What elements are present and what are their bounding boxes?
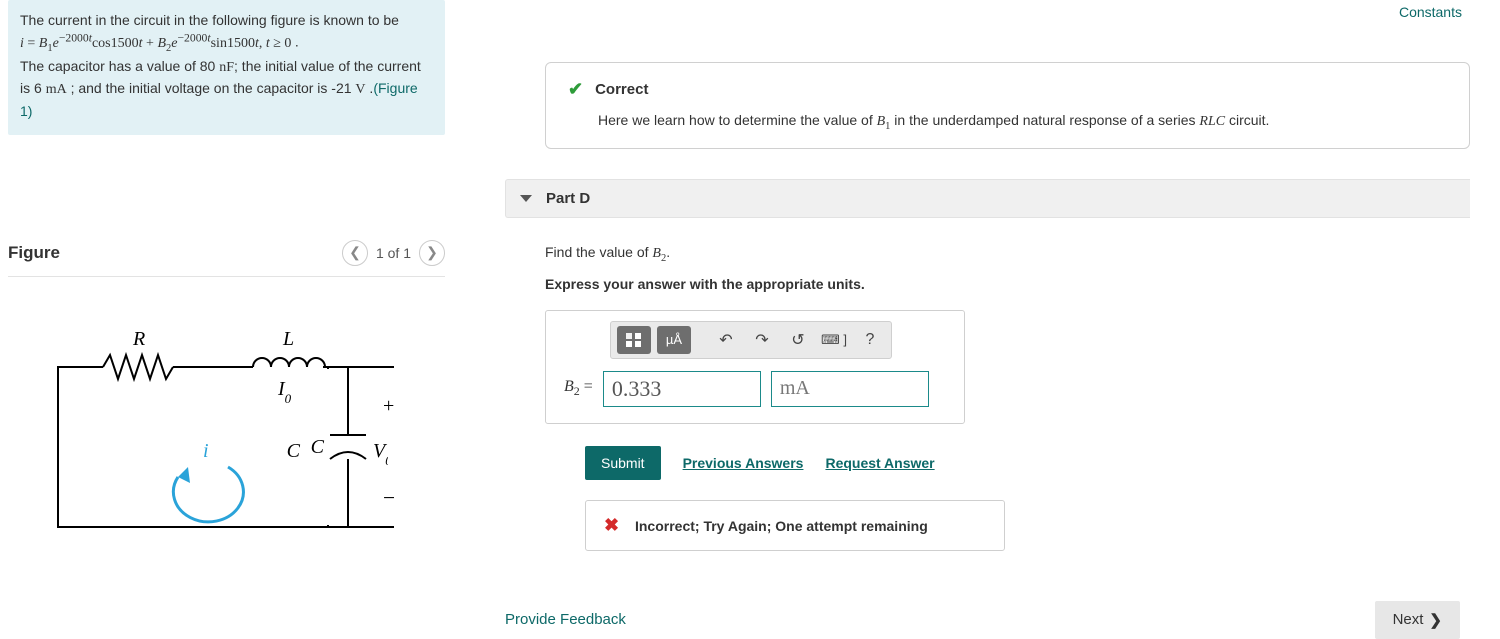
figure-next-button[interactable]: ❯ (419, 240, 445, 266)
question-instruction: Express your answer with the appropriate… (545, 276, 1470, 292)
units-button[interactable]: µÅ (657, 326, 691, 354)
redo-icon[interactable]: ↷ (747, 326, 777, 354)
part-title: Part D (546, 190, 590, 207)
answer-variable: B2 = (564, 378, 593, 399)
undo-icon[interactable]: ↶ (711, 326, 741, 354)
submit-button[interactable]: Submit (585, 446, 661, 480)
answer-toolbar: µÅ ↶ ↷ ↺ ⌨ ] ? (610, 321, 892, 359)
figure-pager-text: 1 of 1 (376, 245, 411, 261)
previous-answers-link[interactable]: Previous Answers (683, 455, 804, 471)
chevron-right-icon: ❯ (1429, 611, 1442, 629)
problem-intro: The current in the circuit in the follow… (20, 12, 399, 28)
next-label: Next (1393, 611, 1424, 628)
part-header[interactable]: Part D (505, 179, 1470, 218)
problem-equation: i = B1e−2000tcos1500t + B2e−2000tsin1500… (20, 36, 295, 51)
answer-unit-input[interactable] (771, 371, 929, 407)
result-feedback: ✖ Incorrect; Try Again; One attempt rema… (585, 500, 1005, 551)
correct-feedback: ✔ Correct Here we learn how to determine… (545, 62, 1470, 149)
keyboard-icon[interactable]: ⌨ ] (819, 326, 849, 354)
provide-feedback-link[interactable]: Provide Feedback (505, 611, 626, 628)
x-icon: ✖ (604, 515, 619, 535)
svg-text:+: + (383, 395, 394, 417)
answer-panel: µÅ ↶ ↷ ↺ ⌨ ] ? B2 = (545, 310, 965, 424)
answer-value-input[interactable] (603, 371, 761, 407)
constants-link[interactable]: Constants (1399, 4, 1462, 20)
problem-statement: The current in the circuit in the follow… (8, 0, 445, 135)
check-icon: ✔ (568, 79, 583, 100)
question-text: Find the value of B2. (545, 244, 1470, 264)
template-button[interactable] (617, 326, 651, 354)
reset-icon[interactable]: ↺ (783, 326, 813, 354)
svg-text:i: i (203, 440, 209, 462)
correct-title: Correct (595, 81, 648, 98)
request-answer-link[interactable]: Request Answer (825, 455, 934, 471)
svg-text:−: − (383, 485, 395, 510)
result-text: Incorrect; Try Again; One attempt remain… (635, 518, 928, 534)
figure-title: Figure (8, 243, 60, 263)
svg-text:C: C (287, 440, 301, 462)
next-button[interactable]: Next ❯ (1375, 601, 1460, 639)
figure-prev-button[interactable]: ❮ (342, 240, 368, 266)
help-icon[interactable]: ? (855, 326, 885, 354)
svg-text:L: L (282, 328, 294, 350)
svg-text:R: R (132, 328, 145, 350)
svg-text:I0: I0 (277, 378, 292, 406)
caret-down-icon (520, 195, 532, 202)
svg-text:C: C (311, 436, 325, 458)
correct-description: Here we learn how to determine the value… (598, 112, 1447, 132)
circuit-figure: R L I0 C + V0 − (8, 277, 445, 600)
